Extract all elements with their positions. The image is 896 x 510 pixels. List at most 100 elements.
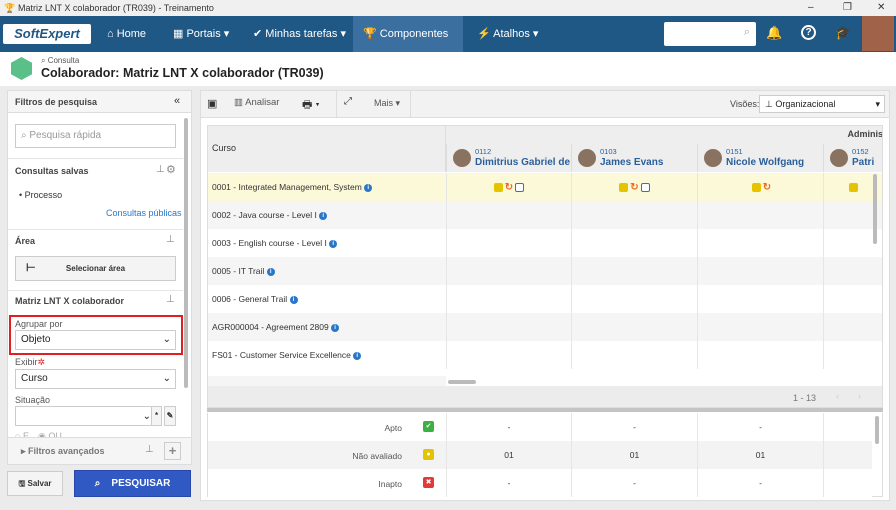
splitter-handle[interactable] [207, 408, 883, 412]
info-icon[interactable]: i [266, 267, 275, 276]
grid-scrollbar[interactable] [873, 174, 877, 244]
course-name[interactable]: 0002 - Java course - Level I i [212, 210, 328, 220]
table-row[interactable]: 0005 - IT Trail i [208, 257, 882, 285]
breadcrumb[interactable]: ⌕ Consulta [41, 56, 79, 66]
info-icon[interactable]: i [353, 351, 362, 360]
matrix-cell[interactable] [446, 341, 571, 369]
matrix-cell[interactable]: ↻ [697, 173, 823, 201]
matrix-cell[interactable] [823, 257, 882, 285]
softexpert-logo[interactable]: SoftExpert [3, 24, 91, 44]
person-column-header[interactable]: 0152 Patri [823, 144, 882, 172]
matrix-cell[interactable] [446, 257, 571, 285]
next-page-icon[interactable]: › [858, 391, 861, 401]
matrix-cell[interactable] [697, 257, 823, 285]
person-column-header[interactable]: 0112 Dimitrius Gabriel de F [446, 144, 571, 172]
matrix-cell[interactable] [571, 313, 697, 341]
matrix-cell[interactable] [697, 313, 823, 341]
course-name[interactable]: 0006 - General Trail i [212, 294, 298, 304]
show-select[interactable]: Curso ⌄ [15, 369, 176, 389]
advanced-filters[interactable]: ▸ Filtros avançados [21, 446, 105, 457]
user-avatar[interactable] [862, 16, 894, 51]
select-area-button[interactable]: ⊢ Selecionar área [15, 256, 176, 281]
fullscreen-icon[interactable]: ⤢ [344, 96, 352, 107]
info-icon[interactable]: i [329, 239, 338, 248]
group-by-label: Agrupar por [15, 319, 63, 329]
report-icon[interactable]: ▣ [207, 97, 217, 110]
table-row[interactable]: 0006 - General Trail i [208, 285, 882, 313]
matrix-cell[interactable] [446, 285, 571, 313]
summary-scrollbar[interactable] [875, 416, 879, 444]
status-select[interactable]: ⌄ [15, 406, 156, 426]
matrix-cell[interactable] [823, 285, 882, 313]
matrix-cell[interactable] [697, 341, 823, 369]
table-row[interactable]: 0001 - Integrated Management, System i ↻ ↻… [208, 173, 882, 201]
table-row[interactable]: 0002 - Java course - Level I i [208, 201, 882, 229]
help-icon[interactable]: ? [801, 25, 816, 40]
course-name[interactable]: AGR000004 - Agreement 2809 i [212, 322, 340, 332]
table-row[interactable]: AGR000004 - Agreement 2809 i [208, 313, 882, 341]
info-icon[interactable]: i [331, 323, 340, 332]
clear-icon[interactable]: ✎ [164, 406, 176, 426]
views-select[interactable]: ⊥ Organizacional ▾ [759, 95, 885, 113]
table-row[interactable]: 0003 - English course - Level I i [208, 229, 882, 257]
add-filter-button[interactable]: + [164, 442, 181, 460]
matrix-cell[interactable] [571, 341, 697, 369]
person-column-header[interactable]: 0103 James Evans [571, 144, 697, 172]
close-button[interactable]: ✕ [877, 0, 885, 16]
advanced-filters-bar[interactable]: ▸ Filtros avançados ⊥ + [8, 437, 191, 464]
matrix-cell[interactable] [823, 313, 882, 341]
info-icon[interactable]: i [289, 295, 298, 304]
person-column-header[interactable]: 0151 Nicole Wolfgang [697, 144, 823, 172]
analyze-button[interactable]: ▥ Analisar [234, 97, 279, 108]
nav-atalhos[interactable]: ⚡ Atalhos ▾ [467, 16, 548, 52]
more-button[interactable]: Mais ▾ [374, 98, 400, 109]
bell-icon[interactable]: 🔔 [766, 25, 782, 41]
matrix-cell[interactable] [571, 201, 697, 229]
save-button[interactable]: 🖫 Salvar [7, 471, 63, 496]
info-icon[interactable]: i [364, 183, 373, 192]
eraser-icon[interactable]: ⊥ [166, 234, 175, 245]
course-name[interactable]: 0001 - Integrated Management, System i [212, 182, 373, 192]
matrix-cell[interactable] [571, 285, 697, 313]
eraser-icon[interactable]: ⊥ [145, 444, 154, 455]
global-search-input[interactable]: ⌕ [664, 22, 756, 46]
matrix-cell[interactable] [823, 341, 882, 369]
course-name[interactable]: 0005 - IT Trail i [212, 266, 275, 276]
matrix-cell[interactable] [697, 229, 823, 257]
info-icon[interactable]: i [319, 211, 328, 220]
course-name[interactable]: 0003 - English course - Level I i [212, 238, 338, 248]
matrix-cell[interactable] [571, 257, 697, 285]
group-by-select[interactable]: Objeto ⌄ [15, 330, 176, 350]
quick-search-input[interactable]: ⌕ Pesquisa rápida [15, 124, 176, 148]
all-button[interactable]: * [151, 406, 162, 426]
minimize-button[interactable]: ‒ [808, 0, 814, 16]
graduation-cap-icon[interactable]: 🎓 [835, 25, 851, 41]
collapse-icon[interactable]: « [174, 95, 180, 107]
saved-query-item[interactable]: • Processo [19, 190, 62, 200]
matrix-cell[interactable] [446, 201, 571, 229]
public-queries-link[interactable]: Consultas públicas [106, 208, 182, 218]
nav-componentes[interactable]: 🏆 Componentes ▾ [353, 16, 463, 76]
eraser-icon[interactable]: ⊥ [166, 294, 175, 305]
horizontal-scrollbar[interactable] [448, 380, 476, 384]
gear-icon[interactable]: ⚙ [166, 163, 176, 176]
print-icon[interactable]: 🖶 ▾ [302, 96, 320, 115]
matrix-cell[interactable] [697, 285, 823, 313]
course-name[interactable]: FS01 - Customer Service Excellence i [212, 350, 362, 360]
matrix-cell[interactable] [446, 229, 571, 257]
eraser-icon[interactable]: ⊥ [156, 164, 165, 175]
placeholder: Pesquisa rápida [29, 130, 102, 141]
scrollbar[interactable] [184, 118, 188, 388]
search-button[interactable]: ⌕ PESQUISAR [74, 470, 191, 497]
matrix-cell[interactable] [446, 313, 571, 341]
nav-minhas-tarefas[interactable]: ✔ Minhas tarefas ▾ [243, 16, 356, 52]
matrix-cell[interactable] [697, 201, 823, 229]
nav-home[interactable]: ⌂ Home [97, 16, 156, 52]
prev-page-icon[interactable]: ‹ [836, 391, 839, 401]
nav-portais[interactable]: ▦ Portais ▾ [163, 16, 239, 52]
matrix-cell[interactable] [571, 229, 697, 257]
restore-button[interactable]: ❐ [843, 0, 852, 16]
matrix-cell[interactable]: ↻ [446, 173, 571, 201]
table-row[interactable]: FS01 - Customer Service Excellence i [208, 341, 882, 369]
matrix-cell[interactable]: ↻ [571, 173, 697, 201]
